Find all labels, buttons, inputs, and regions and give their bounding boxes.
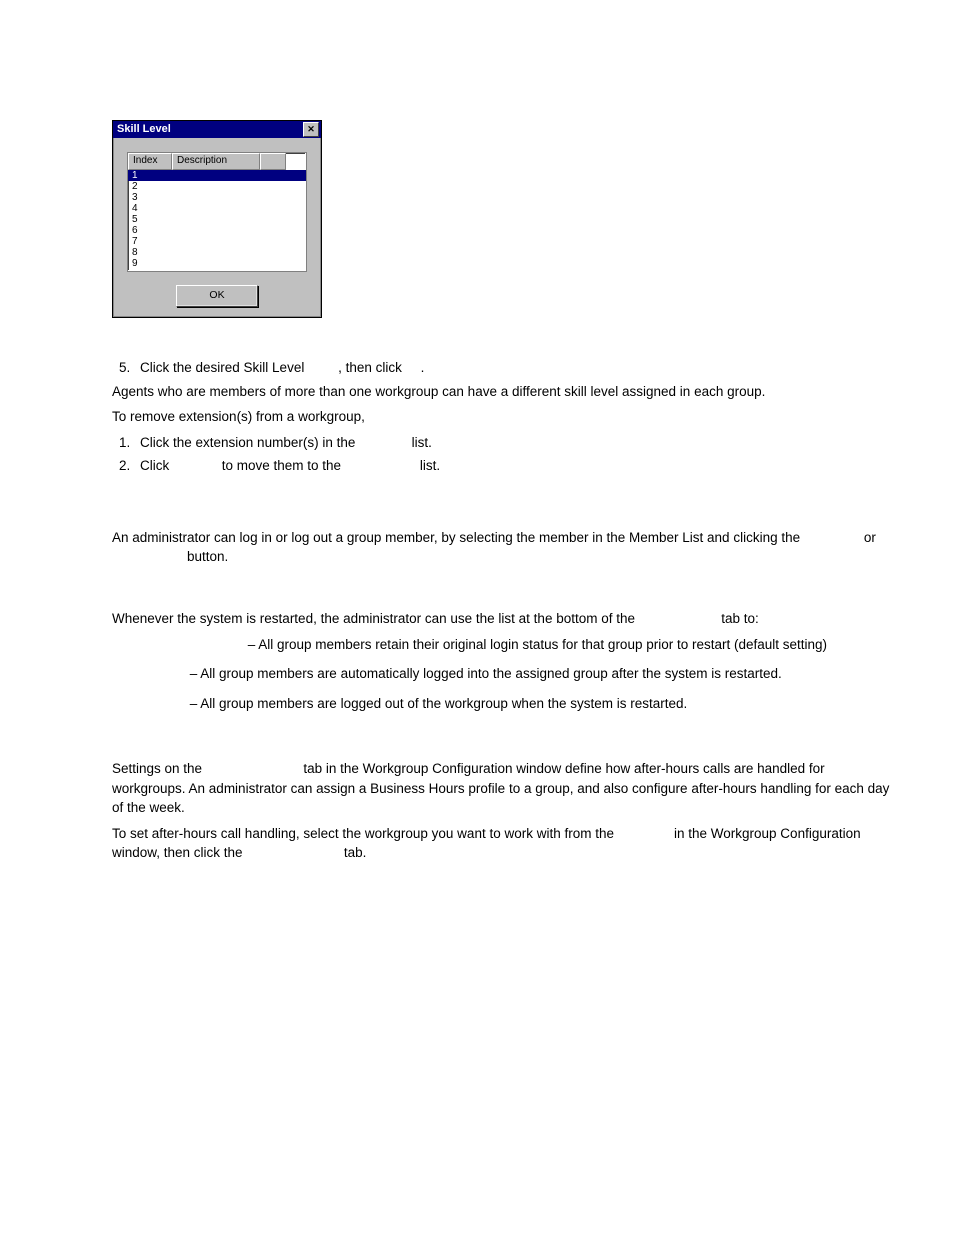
list-item[interactable]: 6: [128, 225, 306, 236]
bullet-item: – All group members are automatically lo…: [132, 664, 894, 684]
bullet-item: – All group members retain their origina…: [132, 635, 894, 655]
bullet-item: – All group members are logged out of th…: [132, 694, 894, 714]
list-item[interactable]: 5: [128, 214, 306, 225]
step-5: Click the desired Skill Level , then cli…: [134, 358, 894, 378]
header-blank: [260, 153, 286, 170]
skill-level-listbox[interactable]: Index Description 1 2 3 4 5 6 7 8 9: [127, 152, 307, 272]
list-item[interactable]: 8: [128, 247, 306, 258]
step-2: Click to move them to the list.: [134, 456, 894, 476]
list-item[interactable]: 3: [128, 192, 306, 203]
dialog-title: Skill Level: [117, 122, 303, 138]
list-item[interactable]: 2: [128, 181, 306, 192]
paragraph: Settings on the tab in the Workgroup Con…: [112, 759, 894, 818]
paragraph: To remove extension(s) from a workgroup,: [112, 407, 894, 427]
list-item[interactable]: 4: [128, 203, 306, 214]
skill-level-dialog: Skill Level ✕ Index Description 1 2 3 4 …: [112, 120, 322, 318]
paragraph: Whenever the system is restarted, the ad…: [112, 609, 894, 629]
list-item[interactable]: 1: [128, 170, 306, 181]
paragraph: To set after-hours call handling, select…: [112, 824, 894, 863]
step-1: Click the extension number(s) in the lis…: [134, 433, 894, 453]
close-icon[interactable]: ✕: [303, 122, 319, 137]
paragraph: An administrator can log in or log out a…: [112, 528, 894, 567]
list-item[interactable]: 9: [128, 258, 306, 269]
ok-button[interactable]: OK: [176, 285, 258, 307]
header-description: Description: [172, 153, 260, 170]
list-item[interactable]: 7: [128, 236, 306, 247]
paragraph: Agents who are members of more than one …: [112, 382, 894, 402]
titlebar: Skill Level ✕: [113, 121, 321, 138]
list-header: Index Description: [128, 153, 306, 170]
header-index: Index: [128, 153, 172, 170]
